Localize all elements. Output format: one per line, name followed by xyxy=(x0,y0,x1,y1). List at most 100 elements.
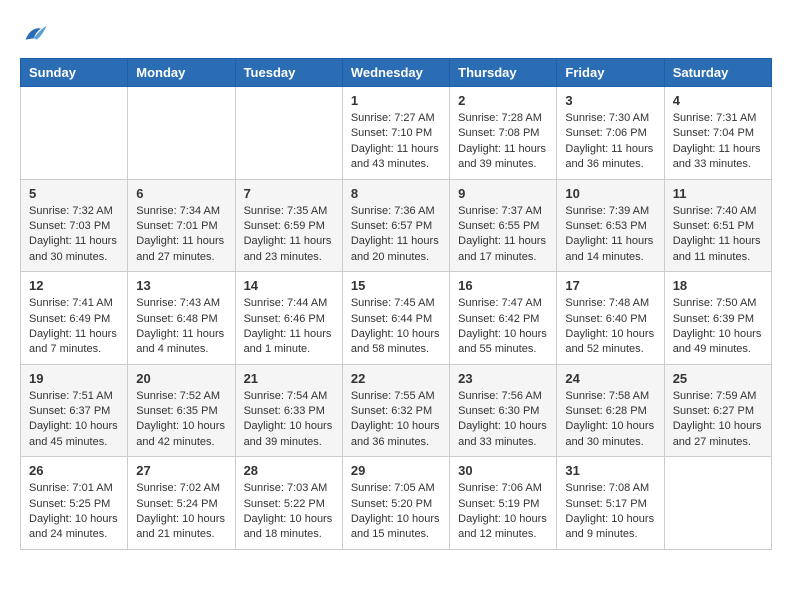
calendar-cell: 30Sunrise: 7:06 AMSunset: 5:19 PMDayligh… xyxy=(450,457,557,550)
day-number: 8 xyxy=(351,186,441,201)
day-info: Sunrise: 7:48 AMSunset: 6:40 PMDaylight:… xyxy=(565,296,655,358)
calendar-cell: 28Sunrise: 7:03 AMSunset: 5:22 PMDayligh… xyxy=(235,457,342,550)
calendar-cell: 17 Sunrise: 7:48 AMSunset: 6:40 PMDayligh… xyxy=(557,272,664,365)
day-info: Sunrise: 7:50 AMSunset: 6:39 PMDaylight:… xyxy=(673,296,763,358)
day-number: 12 xyxy=(29,278,119,293)
calendar-week-row: 19 Sunrise: 7:51 AMSunset: 6:37 PMDayligh… xyxy=(21,364,772,457)
calendar-cell: 25 Sunrise: 7:59 AMSunset: 6:27 PMDayligh… xyxy=(664,364,771,457)
day-of-week-header: Monday xyxy=(128,59,235,87)
day-info: Sunrise: 7:40 AMSunset: 6:51 PMDaylight:… xyxy=(673,204,763,266)
calendar-cell: 15 Sunrise: 7:45 AMSunset: 6:44 PMDayligh… xyxy=(342,272,449,365)
day-number: 29 xyxy=(351,463,441,478)
calendar-cell: 26 Sunrise: 7:01 AMSunset: 5:25 PMDayligh… xyxy=(21,457,128,550)
calendar-cell xyxy=(21,87,128,180)
day-info: Sunrise: 7:01 AMSunset: 5:25 PMDaylight:… xyxy=(29,481,119,543)
calendar-cell: 2Sunrise: 7:28 AMSunset: 7:08 PMDaylight… xyxy=(450,87,557,180)
day-number: 21 xyxy=(244,371,334,386)
day-info: Sunrise: 7:34 AMSunset: 7:01 PMDaylight:… xyxy=(136,204,226,266)
day-info: Sunrise: 7:36 AMSunset: 6:57 PMDaylight:… xyxy=(351,204,441,266)
calendar-week-row: 1 Sunrise: 7:27 AMSunset: 7:10 PMDaylight… xyxy=(21,87,772,180)
day-info: Sunrise: 7:51 AMSunset: 6:37 PMDaylight:… xyxy=(29,389,119,451)
calendar-cell: 9 Sunrise: 7:37 AMSunset: 6:55 PMDaylight… xyxy=(450,179,557,272)
calendar-cell: 14 Sunrise: 7:44 AMSunset: 6:46 PMDayligh… xyxy=(235,272,342,365)
calendar-cell: 31 Sunrise: 7:08 AMSunset: 5:17 PMDayligh… xyxy=(557,457,664,550)
day-info: Sunrise: 7:06 AMSunset: 5:19 PMDaylight:… xyxy=(458,481,548,543)
calendar-cell: 7 Sunrise: 7:35 AMSunset: 6:59 PMDaylight… xyxy=(235,179,342,272)
day-info: Sunrise: 7:44 AMSunset: 6:46 PMDaylight:… xyxy=(244,296,334,358)
day-number: 28 xyxy=(244,463,334,478)
day-of-week-header: Saturday xyxy=(664,59,771,87)
day-number: 6 xyxy=(136,186,226,201)
calendar-cell: 12 Sunrise: 7:41 AMSunset: 6:49 PMDayligh… xyxy=(21,272,128,365)
day-number: 25 xyxy=(673,371,763,386)
calendar-cell: 21 Sunrise: 7:54 AMSunset: 6:33 PMDayligh… xyxy=(235,364,342,457)
day-number: 27 xyxy=(136,463,226,478)
day-number: 26 xyxy=(29,463,119,478)
calendar-cell: 19 Sunrise: 7:51 AMSunset: 6:37 PMDayligh… xyxy=(21,364,128,457)
day-number: 16 xyxy=(458,278,548,293)
calendar-cell: 23Sunrise: 7:56 AMSunset: 6:30 PMDayligh… xyxy=(450,364,557,457)
day-number: 17 xyxy=(565,278,655,293)
day-number: 15 xyxy=(351,278,441,293)
day-number: 9 xyxy=(458,186,548,201)
calendar-table: SundayMondayTuesdayWednesdayThursdayFrid… xyxy=(20,58,772,550)
day-of-week-header: Wednesday xyxy=(342,59,449,87)
day-number: 10 xyxy=(565,186,655,201)
calendar-cell: 1 Sunrise: 7:27 AMSunset: 7:10 PMDaylight… xyxy=(342,87,449,180)
day-info: Sunrise: 7:05 AMSunset: 5:20 PMDaylight:… xyxy=(351,481,441,543)
day-number: 31 xyxy=(565,463,655,478)
calendar-cell: 10 Sunrise: 7:39 AMSunset: 6:53 PMDayligh… xyxy=(557,179,664,272)
calendar-cell: 8 Sunrise: 7:36 AMSunset: 6:57 PMDaylight… xyxy=(342,179,449,272)
calendar-cell: 3 Sunrise: 7:30 AMSunset: 7:06 PMDaylight… xyxy=(557,87,664,180)
day-info: Sunrise: 7:35 AMSunset: 6:59 PMDaylight:… xyxy=(244,204,334,266)
day-number: 5 xyxy=(29,186,119,201)
day-info: Sunrise: 7:27 AMSunset: 7:10 PMDaylight:… xyxy=(351,111,441,173)
day-info: Sunrise: 7:41 AMSunset: 6:49 PMDaylight:… xyxy=(29,296,119,358)
day-info: Sunrise: 7:56 AMSunset: 6:30 PMDaylight:… xyxy=(458,389,548,451)
calendar-cell: 20Sunrise: 7:52 AMSunset: 6:35 PMDayligh… xyxy=(128,364,235,457)
day-number: 3 xyxy=(565,93,655,108)
calendar-cell: 18 Sunrise: 7:50 AMSunset: 6:39 PMDayligh… xyxy=(664,272,771,365)
day-info: Sunrise: 7:59 AMSunset: 6:27 PMDaylight:… xyxy=(673,389,763,451)
day-info: Sunrise: 7:30 AMSunset: 7:06 PMDaylight:… xyxy=(565,111,655,173)
day-number: 22 xyxy=(351,371,441,386)
day-info: Sunrise: 7:47 AMSunset: 6:42 PMDaylight:… xyxy=(458,296,548,358)
day-info: Sunrise: 7:52 AMSunset: 6:35 PMDaylight:… xyxy=(136,389,226,451)
day-of-week-header: Sunday xyxy=(21,59,128,87)
calendar-week-row: 5 Sunrise: 7:32 AMSunset: 7:03 PMDaylight… xyxy=(21,179,772,272)
day-info: Sunrise: 7:54 AMSunset: 6:33 PMDaylight:… xyxy=(244,389,334,451)
calendar-cell xyxy=(128,87,235,180)
day-number: 11 xyxy=(673,186,763,201)
day-number: 14 xyxy=(244,278,334,293)
day-number: 24 xyxy=(565,371,655,386)
day-info: Sunrise: 7:32 AMSunset: 7:03 PMDaylight:… xyxy=(29,204,119,266)
day-number: 19 xyxy=(29,371,119,386)
calendar-cell: 13 Sunrise: 7:43 AMSunset: 6:48 PMDayligh… xyxy=(128,272,235,365)
calendar-cell xyxy=(664,457,771,550)
calendar-cell: 5 Sunrise: 7:32 AMSunset: 7:03 PMDaylight… xyxy=(21,179,128,272)
day-number: 13 xyxy=(136,278,226,293)
day-info: Sunrise: 7:28 AMSunset: 7:08 PMDaylight:… xyxy=(458,111,548,173)
day-of-week-header: Friday xyxy=(557,59,664,87)
calendar-cell: 6 Sunrise: 7:34 AMSunset: 7:01 PMDaylight… xyxy=(128,179,235,272)
day-info: Sunrise: 7:37 AMSunset: 6:55 PMDaylight:… xyxy=(458,204,548,266)
calendar-cell: 22Sunrise: 7:55 AMSunset: 6:32 PMDayligh… xyxy=(342,364,449,457)
calendar-cell: 29 Sunrise: 7:05 AMSunset: 5:20 PMDayligh… xyxy=(342,457,449,550)
calendar-header-row: SundayMondayTuesdayWednesdayThursdayFrid… xyxy=(21,59,772,87)
day-of-week-header: Tuesday xyxy=(235,59,342,87)
calendar-cell: 27Sunrise: 7:02 AMSunset: 5:24 PMDayligh… xyxy=(128,457,235,550)
day-of-week-header: Thursday xyxy=(450,59,557,87)
day-info: Sunrise: 7:43 AMSunset: 6:48 PMDaylight:… xyxy=(136,296,226,358)
day-info: Sunrise: 7:45 AMSunset: 6:44 PMDaylight:… xyxy=(351,296,441,358)
day-info: Sunrise: 7:39 AMSunset: 6:53 PMDaylight:… xyxy=(565,204,655,266)
day-info: Sunrise: 7:08 AMSunset: 5:17 PMDaylight:… xyxy=(565,481,655,543)
calendar-week-row: 26 Sunrise: 7:01 AMSunset: 5:25 PMDayligh… xyxy=(21,457,772,550)
logo-icon xyxy=(20,20,48,48)
calendar-week-row: 12 Sunrise: 7:41 AMSunset: 6:49 PMDayligh… xyxy=(21,272,772,365)
day-number: 7 xyxy=(244,186,334,201)
logo xyxy=(20,20,52,48)
day-number: 1 xyxy=(351,93,441,108)
day-info: Sunrise: 7:58 AMSunset: 6:28 PMDaylight:… xyxy=(565,389,655,451)
calendar-cell xyxy=(235,87,342,180)
day-number: 18 xyxy=(673,278,763,293)
